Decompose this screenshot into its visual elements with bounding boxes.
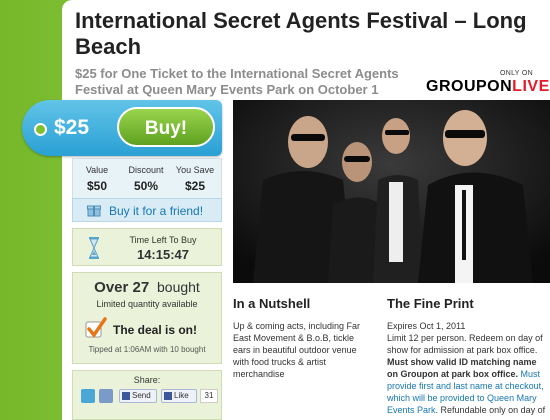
buy-for-friend-label: Buy it for a friend! <box>109 204 204 218</box>
time-left-value: 14:15:47 <box>136 247 190 262</box>
time-left-box: Time Left To Buy 14:15:47 <box>72 228 222 266</box>
facebook-icon <box>122 392 130 400</box>
stat-number: $25 <box>184 179 206 193</box>
bought-box: Over 27 bought Limited quantity availabl… <box>72 272 222 364</box>
deal-photo <box>233 100 550 283</box>
deal-price: $25 <box>54 116 90 139</box>
fine-print-limit: Limit 12 per person. Redeem on day of sh… <box>387 333 543 355</box>
hourglass-icon <box>89 237 99 259</box>
stat-label: You Save <box>175 165 215 175</box>
gift-icon <box>87 205 101 217</box>
tipped-info: Tipped at 1:06AM with 10 bought <box>88 345 206 354</box>
share-label: Share: <box>133 375 161 385</box>
facebook-icon <box>164 392 172 400</box>
stat-label: Value <box>85 165 109 175</box>
time-left-label: Time Left To Buy <box>129 235 197 245</box>
send-label: Send <box>132 391 151 400</box>
facebook-like-button[interactable]: Like <box>161 389 197 403</box>
band-photo-image <box>233 100 550 283</box>
fine-print-title: The Fine Print <box>387 296 474 311</box>
buy-button[interactable]: Buy! <box>117 107 215 147</box>
deal-title: International Secret Agents Festival – L… <box>75 8 527 59</box>
logo-groupon: GROUPON <box>426 78 513 95</box>
logo-live: LIVE <box>512 78 550 95</box>
only-on-label: ONLY ON <box>500 70 533 77</box>
nutshell-text: Up & coming acts, including Far East Mov… <box>233 321 361 379</box>
share-box: Share: Send Like 31 <box>72 370 222 420</box>
stat-number: 50% <box>133 179 159 193</box>
bought-count: Over 27 bought <box>73 279 221 296</box>
email-icon[interactable] <box>99 389 113 403</box>
like-count: 31 <box>200 389 218 403</box>
fine-print-id-note: Must show valid ID matching name on Grou… <box>387 357 537 379</box>
stat-discount: Discount 50% <box>122 165 170 193</box>
like-label: Like <box>174 391 189 400</box>
twitter-icon[interactable] <box>81 389 95 403</box>
deal-subtitle: $25 for One Ticket to the International … <box>75 66 399 97</box>
stat-you-save: You Save $25 <box>171 165 219 193</box>
tag-hole-icon <box>34 123 47 136</box>
stat-number: $50 <box>86 179 108 193</box>
buy-for-friend-button[interactable]: Buy it for a friend! <box>72 198 222 222</box>
checkmark-icon <box>85 317 107 338</box>
fine-print-text: Expires Oct 1, 2011 Limit 12 per person.… <box>387 320 547 416</box>
stat-value: Value $50 <box>73 165 121 193</box>
fine-print-refund: Refundable only on day of <box>440 405 546 415</box>
bought-suffix: bought <box>157 279 200 295</box>
facebook-send-button[interactable]: Send <box>119 389 157 403</box>
bought-prefix: Over 27 <box>94 279 150 296</box>
nutshell-title: In a Nutshell <box>233 296 311 311</box>
fine-print-expiry: Expires Oct 1, 2011 <box>387 321 466 331</box>
deal-on-status: The deal is on! <box>113 323 198 337</box>
stat-label: Discount <box>128 165 164 175</box>
limited-quantity: Limited quantity available <box>96 299 198 309</box>
groupon-live-logo[interactable]: GROUPONLIVE <box>426 78 550 96</box>
